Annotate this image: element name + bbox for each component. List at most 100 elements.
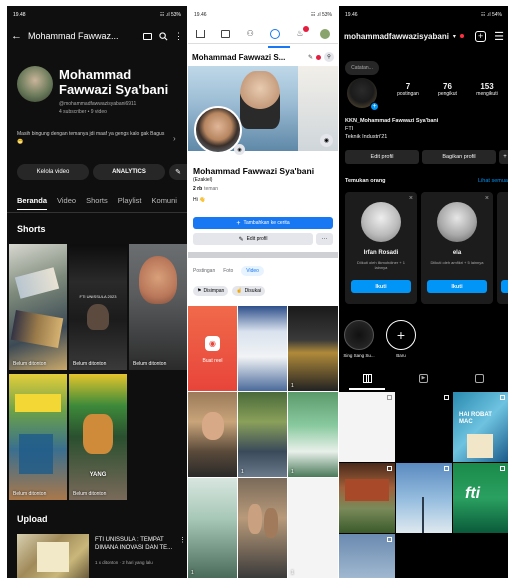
ig-post[interactable] xyxy=(339,392,395,462)
liked-filter-button[interactable]: ☝ Disukai xyxy=(232,286,265,296)
add-story-button[interactable]: + Tambahkan ke cerita xyxy=(193,217,333,229)
camera-icon[interactable]: ◉ xyxy=(234,144,245,155)
ig-edit-profile-button[interactable]: Edit profil xyxy=(345,150,419,164)
stat-posts[interactable]: 7 postingan xyxy=(389,82,427,97)
short-thumbnail[interactable]: Belum ditonton xyxy=(9,374,67,500)
video-icon[interactable] xyxy=(221,29,231,38)
suggestion-card[interactable]: × Irfan Rosadi Diikuti oleh ilkmohdiner … xyxy=(345,192,417,304)
highlight-item[interactable]: Sing Sang Su... xyxy=(343,320,375,358)
more-options-button[interactable]: ··· xyxy=(316,233,333,245)
chevron-down-icon[interactable]: ▾ xyxy=(453,33,456,40)
tab-photos[interactable]: Foto xyxy=(223,268,233,274)
ig-post[interactable] xyxy=(396,392,452,462)
short-thumbnail[interactable]: Belum ditonton xyxy=(129,244,187,370)
menu-avatar-icon[interactable] xyxy=(319,28,330,39)
suggestion-card-partial[interactable] xyxy=(497,192,508,304)
add-story-icon[interactable]: + xyxy=(370,102,379,111)
suggestion-card[interactable]: × ela Diikuti oleh amfikri + 5 lainnya I… xyxy=(421,192,493,304)
stat-followers[interactable]: 76 pengikut xyxy=(429,82,467,97)
video-tile[interactable] xyxy=(238,306,287,391)
manage-videos-label: Kelola video xyxy=(36,169,70,175)
video-tile[interactable] xyxy=(188,392,237,477)
tab-community[interactable]: Komuni xyxy=(152,196,177,210)
follow-button[interactable]: Ikuti xyxy=(351,280,411,293)
status-time: 19.46 xyxy=(194,12,207,18)
search-icon[interactable] xyxy=(158,31,168,41)
grid-icon[interactable] xyxy=(362,373,372,383)
see-all-link[interactable]: Lihat semua xyxy=(478,178,508,184)
edit-button[interactable]: ✎ xyxy=(169,164,187,180)
ig-content-tabs: ▶ xyxy=(339,370,508,386)
pencil-icon[interactable]: ✎ xyxy=(308,54,313,61)
search-icon[interactable]: ⚲ xyxy=(324,52,334,62)
notifications-icon[interactable]: ♨ xyxy=(296,26,309,38)
back-arrow-icon[interactable]: ← xyxy=(11,30,22,42)
video-tile[interactable]: 1 xyxy=(288,306,338,391)
camera-icon[interactable]: ◉ xyxy=(320,134,333,147)
more-vert-icon[interactable]: ⋮ xyxy=(179,536,186,544)
reels-icon[interactable]: ▶ xyxy=(418,373,428,383)
analytics-label: ANALYTICS xyxy=(112,169,146,175)
tagged-icon[interactable] xyxy=(475,373,485,383)
tab-videos[interactable]: Video xyxy=(57,196,76,210)
ig-post[interactable] xyxy=(339,463,395,533)
post-overlay-text: fti xyxy=(465,485,481,502)
more-vert-icon[interactable]: ⋮ xyxy=(174,31,183,42)
follow-button[interactable]: Ikuti xyxy=(427,280,487,293)
ig-share-profile-button[interactable]: Bagikan profil xyxy=(422,150,496,164)
close-icon[interactable]: × xyxy=(485,195,489,202)
carousel-icon xyxy=(387,395,392,400)
tab-playlists[interactable]: Playlist xyxy=(118,196,142,210)
edit-profile-button[interactable]: ✎ Edit profil xyxy=(193,233,313,245)
video-tile[interactable]: 1 xyxy=(288,478,338,578)
ig-post[interactable]: HAI ROBAT MAC xyxy=(453,392,508,462)
menu-icon[interactable]: ☰ xyxy=(494,30,504,43)
create-reel-tile[interactable]: ◉ Buat reel xyxy=(188,306,237,391)
status-indicators: ☷ .ıl 53% xyxy=(310,12,332,18)
ig-username[interactable]: mohammadfawwazisyabani xyxy=(344,32,449,41)
post-pole xyxy=(422,497,424,533)
note-bubble[interactable]: Catatan... xyxy=(345,61,379,75)
tab-videos[interactable]: Video xyxy=(241,266,264,276)
ig-post[interactable] xyxy=(339,534,395,578)
status-bar: 19.46 ☷ .ıl 54% xyxy=(345,10,502,20)
home-icon[interactable] xyxy=(196,29,206,38)
channel-avatar[interactable] xyxy=(17,66,53,102)
saved-filter-button[interactable]: ⚑ Disimpan xyxy=(193,286,229,296)
tab-home[interactable]: Beranda xyxy=(17,196,48,210)
video-tile[interactable]: 1 xyxy=(188,478,237,578)
short-thumbnail[interactable]: FTI UNISSULA 2023 Belum ditonton xyxy=(69,244,127,370)
add-post-icon[interactable]: + xyxy=(475,30,487,42)
manage-videos-button[interactable]: Kelola video xyxy=(17,164,89,180)
video-tile[interactable]: 1 xyxy=(288,392,338,477)
discover-people-button[interactable]: + xyxy=(499,150,508,164)
analytics-button[interactable]: ANALYTICS xyxy=(93,164,165,180)
short-thumbnail[interactable]: Belum ditonton xyxy=(9,244,67,370)
upload-thumbnail[interactable] xyxy=(17,534,89,578)
add-story-label: Tambahkan ke cerita xyxy=(243,220,290,226)
close-icon[interactable]: × xyxy=(409,195,413,202)
upload-title[interactable]: FTI UNISSULA : TEMPAT DIMANA INOVASI DAN… xyxy=(95,536,177,552)
stat-following[interactable]: 153 mengikuti xyxy=(468,82,506,97)
profile-icon[interactable] xyxy=(270,28,281,39)
follow-button-partial[interactable] xyxy=(501,280,508,293)
post-building xyxy=(345,479,389,501)
ig-bio-line1: FTI xyxy=(345,126,354,132)
pencil-icon: ✎ xyxy=(238,236,244,243)
video-tile[interactable] xyxy=(238,478,287,578)
tab-shorts[interactable]: Shorts xyxy=(86,196,108,210)
chevron-right-icon[interactable]: › xyxy=(173,134,176,143)
friends-icon[interactable]: ⚇ xyxy=(247,29,254,38)
short-label: Belum ditonton xyxy=(73,491,107,497)
channel-about[interactable]: Masih bingung dengan temanya jdi maaf ya… xyxy=(17,130,167,146)
cast-icon[interactable] xyxy=(143,32,152,40)
new-highlight-button[interactable]: + Baru xyxy=(385,320,417,358)
ig-post[interactable] xyxy=(396,463,452,533)
record-dot-icon xyxy=(316,54,321,60)
ig-post[interactable]: fti xyxy=(453,463,508,533)
friends-count-row[interactable]: 2 rb teman xyxy=(193,186,218,192)
status-bar: 19.48 ☷ .ıl 53% xyxy=(13,10,181,20)
video-tile[interactable]: 1 xyxy=(238,392,287,477)
tab-posts[interactable]: Postingan xyxy=(193,268,215,274)
short-thumbnail[interactable]: YANG Belum ditonton xyxy=(69,374,127,500)
